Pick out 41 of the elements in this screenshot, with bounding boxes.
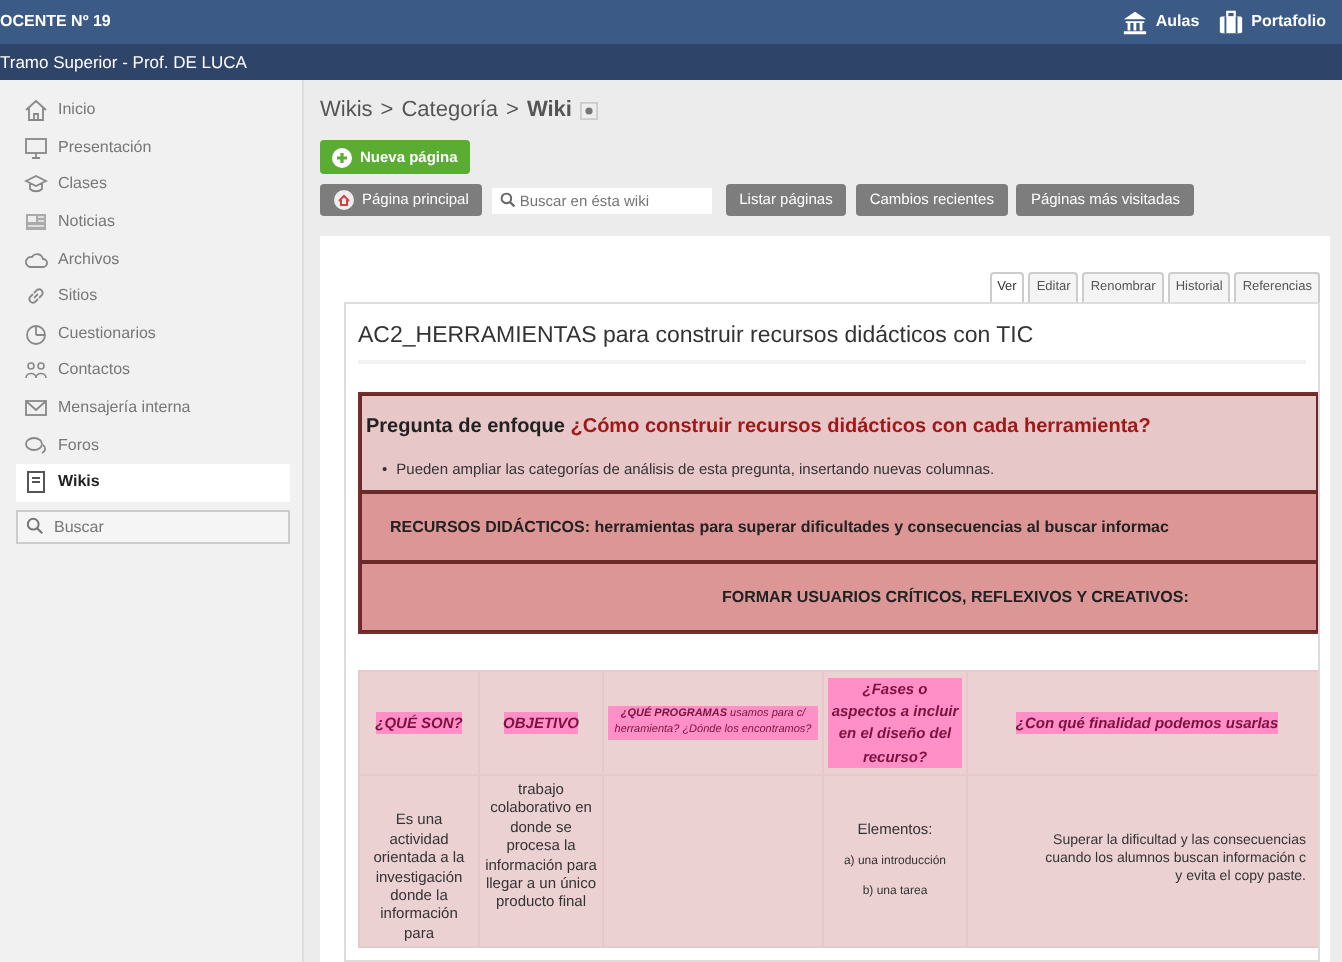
sidebar-item[interactable]: Noticias [16,203,290,241]
breadcrumb-separator: > [506,95,519,126]
banner-text: FORMAR USUARIOS CRÍTICOS, REFLEXIVOS Y CREATIVOS: [722,585,1189,609]
home-icon [24,98,48,123]
sidebar-item[interactable]: Archivos [16,240,290,278]
sidebar-item[interactable]: Mensajería interna [16,389,290,427]
bank-icon [1121,9,1148,35]
search-icon [499,192,516,208]
people-icon [24,358,48,383]
briefcase-icon [1217,9,1244,35]
nav-link[interactable]: Aulas [1121,9,1200,35]
breadcrumb-link[interactable]: Wikis [320,93,373,127]
search-field[interactable]: Buscar [16,509,290,544]
banner-text: RECURSOS DIDÁCTICOS: herramientas para superar dificultades y consecuencias al buscar informac [390,515,1169,539]
site-title: OCENTE Nº 19 [0,10,111,34]
breadcrumb-link[interactable]: Categoría [401,93,499,127]
question-text: Pregunta de enfoque ¿Cómo construir recursos didácticos con cada herramienta? [366,413,1153,442]
home-circle-icon [334,190,354,210]
graduation-cap-icon [24,172,48,197]
pie-chart-icon [24,321,48,346]
newspaper-icon [24,210,48,235]
sidebar-item[interactable]: Wikis [16,463,290,502]
breadcrumb-link[interactable]: Wiki [526,93,572,127]
sidebar-item[interactable]: Inicio [16,92,290,130]
monitor-icon [24,135,48,160]
breadcrumb-separator: > [380,95,394,126]
envelope-icon [24,396,48,421]
sidebar-item[interactable]: Cuestionarios [16,315,290,353]
search-icon [26,517,44,536]
cloud-icon [24,247,48,272]
sidebar-item[interactable]: Contactos [16,352,290,390]
link-icon [24,284,48,309]
sidebar-item[interactable]: Foros [16,426,290,464]
page-title: AC2_HERRAMIENTAS para construir recursos didácticos con TIC [358,319,1306,364]
plus-circle-icon [332,147,352,167]
nav-link[interactable]: Portafolio [1217,9,1326,35]
sidebar-item[interactable]: Clases [16,166,290,204]
sidebar-item[interactable]: Sitios [16,277,290,316]
course-title: Tramo Superior - Prof. DE LUCA [0,49,247,75]
chat-bubbles-icon [24,433,48,458]
sidebar-item[interactable]: Presentación [16,129,290,167]
